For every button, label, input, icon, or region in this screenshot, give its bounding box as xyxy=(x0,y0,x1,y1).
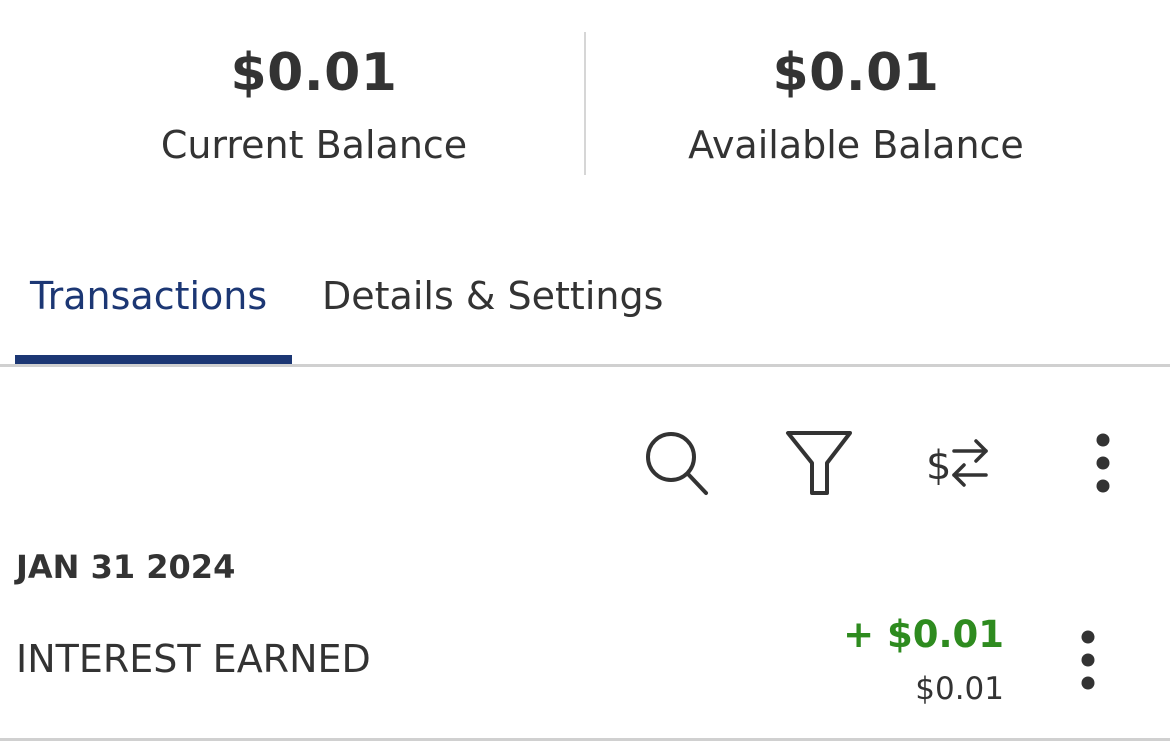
search-button[interactable] xyxy=(635,423,715,503)
transaction-description: INTEREST EARNED xyxy=(16,637,371,681)
available-balance-label: Available Balance xyxy=(688,123,1024,167)
row-divider xyxy=(0,738,1170,741)
transaction-date-header: JAN 31 2024 xyxy=(16,548,236,586)
currency-exchange-button[interactable]: $ xyxy=(919,423,999,503)
tab-transactions[interactable]: Transactions xyxy=(30,271,267,321)
tab-details-settings[interactable]: Details & Settings xyxy=(322,271,663,321)
svg-text:$: $ xyxy=(926,443,951,489)
active-tab-indicator xyxy=(15,355,292,364)
transaction-more-button[interactable] xyxy=(1050,620,1126,700)
search-icon xyxy=(646,432,708,495)
current-balance-label: Current Balance xyxy=(160,123,468,167)
transaction-row[interactable]: INTEREST EARNED + $0.01 $0.01 xyxy=(0,600,1170,738)
current-balance-amount: $0.01 xyxy=(230,43,398,103)
filter-button[interactable] xyxy=(779,423,859,503)
available-balance-amount: $0.01 xyxy=(772,43,940,103)
more-vertical-icon xyxy=(1096,433,1110,493)
tabs-divider xyxy=(0,364,1170,367)
more-vertical-icon xyxy=(1081,630,1095,690)
filter-icon xyxy=(786,431,852,495)
balance-summary: $0.01 Current Balance $0.01 Available Ba… xyxy=(0,0,1170,200)
transaction-amount: + $0.01 xyxy=(843,613,1004,656)
dollar-exchange-icon: $ xyxy=(926,439,988,489)
account-tabs: Transactions Details & Settings xyxy=(0,255,1170,367)
transaction-running-balance: $0.01 xyxy=(915,671,1004,707)
more-options-button[interactable] xyxy=(1063,423,1143,503)
